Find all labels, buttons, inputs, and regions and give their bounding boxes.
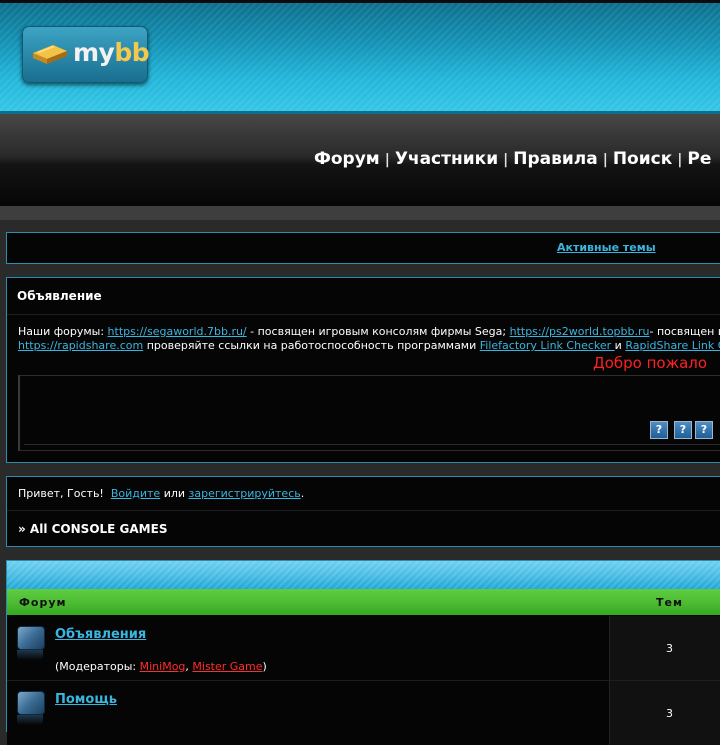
announcement-text-part: и bbox=[615, 339, 626, 352]
forum-title-link[interactable]: Объявления bbox=[55, 627, 146, 642]
nav-separator: | bbox=[603, 152, 608, 168]
announcement-text-part: проверяйте ссылки на работоспособность п… bbox=[143, 339, 480, 352]
forum-icon bbox=[17, 691, 45, 715]
nav-rules[interactable]: Правила bbox=[513, 149, 597, 169]
greeting-divider bbox=[7, 510, 720, 511]
announcement-text: Наши форумы: https://segaworld.7bb.ru/ -… bbox=[18, 325, 720, 353]
logo-text: mybb bbox=[73, 38, 149, 67]
nav-separator: | bbox=[385, 152, 390, 168]
greeting-panel: Привет, Гость! Войдите или зарегистрируй… bbox=[6, 476, 720, 547]
forum-table: Форум Тем Объявления (Модераторы: MiniMo… bbox=[6, 560, 720, 732]
column-header-forum: Форум bbox=[19, 596, 67, 609]
column-header-topics: Тем bbox=[656, 596, 683, 609]
segaworld-link[interactable]: https://segaworld.7bb.ru/ bbox=[108, 325, 247, 338]
moderator-link[interactable]: MiniMog bbox=[140, 660, 186, 673]
table-header-row: Форум Тем bbox=[7, 589, 720, 615]
forum-moderators: (Модераторы: MiniMog, Mister Game) bbox=[55, 660, 267, 673]
nav-members[interactable]: Участники bbox=[395, 149, 498, 169]
topics-count: 3 bbox=[666, 642, 673, 655]
topics-count-cell: 3 bbox=[609, 681, 720, 745]
announcement-text-part: - посвящен игровым консолям фирмы Sega; bbox=[247, 325, 510, 338]
logo-icon bbox=[31, 39, 69, 67]
active-topics-bar: Активные темы bbox=[6, 232, 720, 264]
login-link[interactable]: Войдите bbox=[111, 487, 160, 500]
filefactory-checker-link[interactable]: Filefactory Link Checker bbox=[480, 339, 615, 352]
forum-title-link[interactable]: Помощь bbox=[55, 692, 117, 707]
forum-row: Объявления (Модераторы: MiniMog, Mister … bbox=[7, 616, 720, 680]
rapidshare-link[interactable]: https://rapidshare.com bbox=[18, 339, 143, 352]
topics-count-cell: 3 bbox=[609, 616, 720, 680]
greeting-suffix: . bbox=[301, 487, 305, 500]
forum-icon bbox=[17, 626, 45, 650]
help-button-3[interactable]: ? bbox=[695, 421, 713, 439]
main-navbar: Форум | Участники | Правила | Поиск | Ре bbox=[0, 114, 720, 206]
active-topics-link[interactable]: Активные темы bbox=[557, 241, 656, 254]
nav-forum[interactable]: Форум bbox=[314, 149, 380, 169]
moderators-suffix: ) bbox=[263, 660, 267, 673]
breadcrumb[interactable]: » All CONSOLE GAMES bbox=[18, 522, 167, 536]
nav-links: Форум | Участники | Правила | Поиск | Ре bbox=[314, 149, 711, 169]
welcome-message: Добро пожало bbox=[593, 354, 707, 372]
announcement-text-part: Наши форумы: bbox=[18, 325, 108, 338]
inner-box-divider bbox=[24, 444, 720, 445]
ps2world-link[interactable]: https://ps2world.topbb.ru bbox=[510, 325, 650, 338]
help-button-1[interactable]: ? bbox=[650, 421, 668, 439]
category-header bbox=[7, 561, 720, 589]
help-button-2[interactable]: ? bbox=[674, 421, 692, 439]
greeting-or: или bbox=[160, 487, 188, 500]
forum-row: Помощь 3 bbox=[7, 681, 720, 745]
moderators-prefix: (Модераторы: bbox=[55, 660, 140, 673]
greeting-prefix: Привет, Гость! bbox=[18, 487, 104, 500]
rapidshare-checker-link[interactable]: RapidShare Link C bbox=[625, 339, 720, 352]
announcement-inner-box: ? ? ? bbox=[18, 375, 720, 451]
forum-icon-reflection bbox=[17, 715, 43, 725]
nav-bottom-strip bbox=[0, 206, 720, 220]
announcement-panel: Объявление Наши форумы: https://segaworl… bbox=[6, 277, 720, 463]
nav-separator: | bbox=[503, 152, 508, 168]
greeting-text: Привет, Гость! Войдите или зарегистрируй… bbox=[18, 487, 304, 500]
announcement-divider bbox=[7, 314, 720, 315]
announcement-title: Объявление bbox=[17, 289, 102, 303]
register-link[interactable]: зарегистрируйтесь bbox=[189, 487, 301, 500]
forum-icon-reflection bbox=[17, 650, 43, 660]
nav-register[interactable]: Ре bbox=[687, 149, 711, 169]
moderator-link[interactable]: Mister Game bbox=[192, 660, 262, 673]
topics-count: 3 bbox=[666, 707, 673, 720]
announcement-text-part: - посвящен и bbox=[650, 325, 720, 338]
site-header: mybb bbox=[0, 3, 720, 111]
nav-search[interactable]: Поиск bbox=[613, 149, 672, 169]
site-logo[interactable]: mybb bbox=[22, 26, 148, 83]
nav-separator: | bbox=[677, 152, 682, 168]
